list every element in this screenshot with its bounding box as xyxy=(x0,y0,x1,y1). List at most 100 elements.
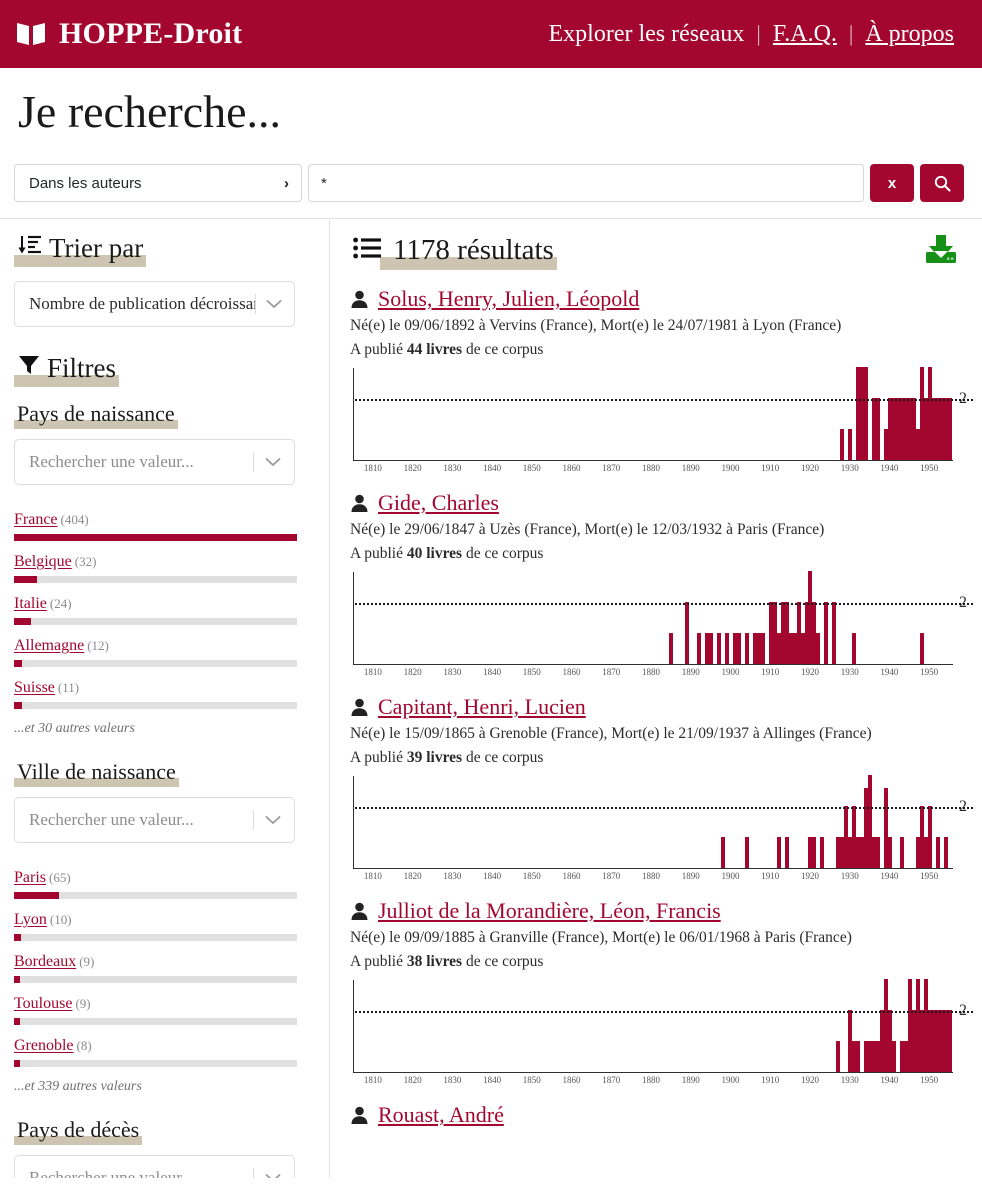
search-scope-select[interactable]: Dans les auteurs › xyxy=(14,164,302,203)
facet-value-label[interactable]: Suisse xyxy=(14,679,55,696)
facet-value-row[interactable]: Grenoble (8) xyxy=(14,1037,297,1068)
chart-reference-line xyxy=(354,399,973,402)
facet-value-label[interactable]: Belgique xyxy=(14,553,72,570)
chart-bar xyxy=(832,602,837,665)
facet-value-label[interactable]: Grenoble xyxy=(14,1037,74,1054)
nav-link-faq[interactable]: F.A.Q. xyxy=(763,21,847,48)
chart-x-axis: 1810 1820 1830 1840 1850 1860 1870 1880 1890 1900… xyxy=(353,1075,953,1091)
facet-value-count: (65) xyxy=(49,870,71,886)
chart-bar xyxy=(919,633,924,665)
facet-value-row[interactable]: Allemagne (12) xyxy=(14,637,297,668)
facet-bar-fill xyxy=(14,1060,20,1068)
chart-x-tick: 1890 xyxy=(681,667,700,678)
chart-x-tick: 1890 xyxy=(681,463,700,474)
chart-x-tick: 1810 xyxy=(363,871,382,882)
facet-bar-track xyxy=(14,976,297,984)
facet-value-row[interactable]: Suisse (11) xyxy=(14,679,297,710)
result-birth-death: Né(e) le 09/09/1885 à Granville (France)… xyxy=(350,929,852,947)
facet-value-row[interactable]: Paris (65) xyxy=(14,869,297,900)
nav-link-apropos[interactable]: À propos xyxy=(855,21,964,48)
facet-search-pays-de-deces[interactable]: Rechercher une valeur... xyxy=(14,1155,295,1179)
sort-select[interactable]: Nombre de publication décroissant xyxy=(14,281,295,328)
facet-value-count: (8) xyxy=(76,1038,92,1054)
chart-x-tick: 1900 xyxy=(721,1075,740,1086)
facet-group-title-text: Pays de naissance xyxy=(17,401,175,427)
facet-search-ville-de-naissance[interactable]: Rechercher une valeur... xyxy=(14,797,295,844)
chart-bar xyxy=(836,1041,841,1073)
chart-x-tick: 1820 xyxy=(403,463,422,474)
facet-value-label[interactable]: Italie xyxy=(14,595,47,612)
chart-x-tick: 1930 xyxy=(840,871,859,882)
facet-bar-fill xyxy=(14,576,37,584)
chart-x-tick: 1880 xyxy=(642,1075,660,1086)
facet-value-row[interactable]: Italie (24) xyxy=(14,595,297,626)
search-bar: Dans les auteurs › x xyxy=(14,164,964,203)
facet-search-placeholder: Rechercher une valeur... xyxy=(29,810,194,830)
publications-chart: 2 1810 1820 1830 1840 1850 1860 1870 1880 1890 19… xyxy=(353,571,973,684)
chart-bar xyxy=(887,837,892,869)
result-name-link[interactable]: Capitant, Henri, Lucien xyxy=(378,694,586,720)
chart-x-tick: 1870 xyxy=(602,871,621,882)
result-name-link[interactable]: Gide, Charles xyxy=(378,490,499,516)
published-prefix: A publié xyxy=(350,545,407,563)
chart-bar xyxy=(891,1041,896,1073)
chevron-right-icon: › xyxy=(284,174,289,192)
facet-value-label[interactable]: Toulouse xyxy=(14,995,72,1012)
filters-heading-label: Filtres xyxy=(47,353,117,384)
facet-bar-track xyxy=(14,660,297,668)
list-icon xyxy=(353,234,381,267)
nav-link-explorer[interactable]: Explorer les réseaux xyxy=(539,21,755,48)
download-results-button[interactable] xyxy=(918,233,964,270)
published-count: 39 livres xyxy=(406,749,463,767)
results-pane: 1178 résultats Solus, Henry, Julien, Léo… xyxy=(330,219,982,1178)
facet-value-label[interactable]: Allemagne xyxy=(14,637,84,654)
result-publications: A publié 39 livres de ce corpus xyxy=(350,746,964,770)
facet-value-count: (9) xyxy=(75,996,91,1012)
facet-values: France (404) Belgique (32) Italie (24) Alle… xyxy=(14,511,297,710)
sort-heading-label: Trier par xyxy=(49,233,144,264)
facet-value-label[interactable]: Lyon xyxy=(14,911,47,928)
chart-plot xyxy=(353,571,953,666)
facet-group-title: Ville de naissance xyxy=(14,759,179,788)
chart-x-tick: 1920 xyxy=(800,1075,819,1086)
facet-value-row[interactable]: Bordeaux (9) xyxy=(14,953,297,984)
result-name-link[interactable]: Rouast, André xyxy=(378,1102,504,1128)
facet-value-label[interactable]: Bordeaux xyxy=(14,953,76,970)
download-icon xyxy=(922,233,960,270)
chart-x-tick: 1920 xyxy=(800,667,819,678)
facet-value-count: (12) xyxy=(87,638,109,654)
facet-bar-track xyxy=(14,618,297,626)
facet-value-label[interactable]: France xyxy=(14,511,58,528)
facet-bar-track xyxy=(14,934,297,942)
brand-link[interactable]: HOPPE-Droit xyxy=(16,19,242,49)
facet-value-count: (32) xyxy=(74,554,97,570)
search-scope-value: Dans les auteurs xyxy=(29,174,142,192)
facet-search-pays-de-naissance[interactable]: Rechercher une valeur... xyxy=(14,439,295,486)
facet-value-row[interactable]: Toulouse (9) xyxy=(14,995,297,1026)
result-name-link[interactable]: Solus, Henry, Julien, Léopold xyxy=(378,286,639,312)
search-input[interactable] xyxy=(308,164,864,203)
chart-plot xyxy=(353,775,953,870)
facet-search-placeholder: Rechercher une valeur... xyxy=(29,452,194,472)
facet-value-row[interactable]: France (404) xyxy=(14,511,297,542)
chart-bar xyxy=(709,633,714,665)
chart-bar xyxy=(947,1010,952,1073)
chart-plot xyxy=(353,367,953,462)
chart-x-tick: 1840 xyxy=(483,871,502,882)
clear-search-button[interactable]: x xyxy=(870,164,914,203)
sidebar: Trier par Nombre de publication décroiss… xyxy=(0,219,330,1179)
result-name-link[interactable]: Julliot de la Morandière, Léon, Francis xyxy=(378,898,721,924)
facet-value-label[interactable]: Paris xyxy=(14,869,46,886)
chevron-down-icon xyxy=(254,815,292,825)
submit-search-button[interactable] xyxy=(920,164,964,203)
facet-value-row[interactable]: Lyon (10) xyxy=(14,911,297,942)
facet-bar-track xyxy=(14,534,297,542)
person-icon xyxy=(350,902,369,921)
facet-bar-track xyxy=(14,892,297,900)
facet-value-row[interactable]: Belgique (32) xyxy=(14,553,297,584)
chart-x-tick: 1850 xyxy=(522,463,541,474)
facet-bar-fill xyxy=(14,892,60,900)
chart-x-tick: 1880 xyxy=(642,463,660,474)
facet-bar-fill xyxy=(14,1018,21,1026)
chart-bar xyxy=(812,837,817,869)
